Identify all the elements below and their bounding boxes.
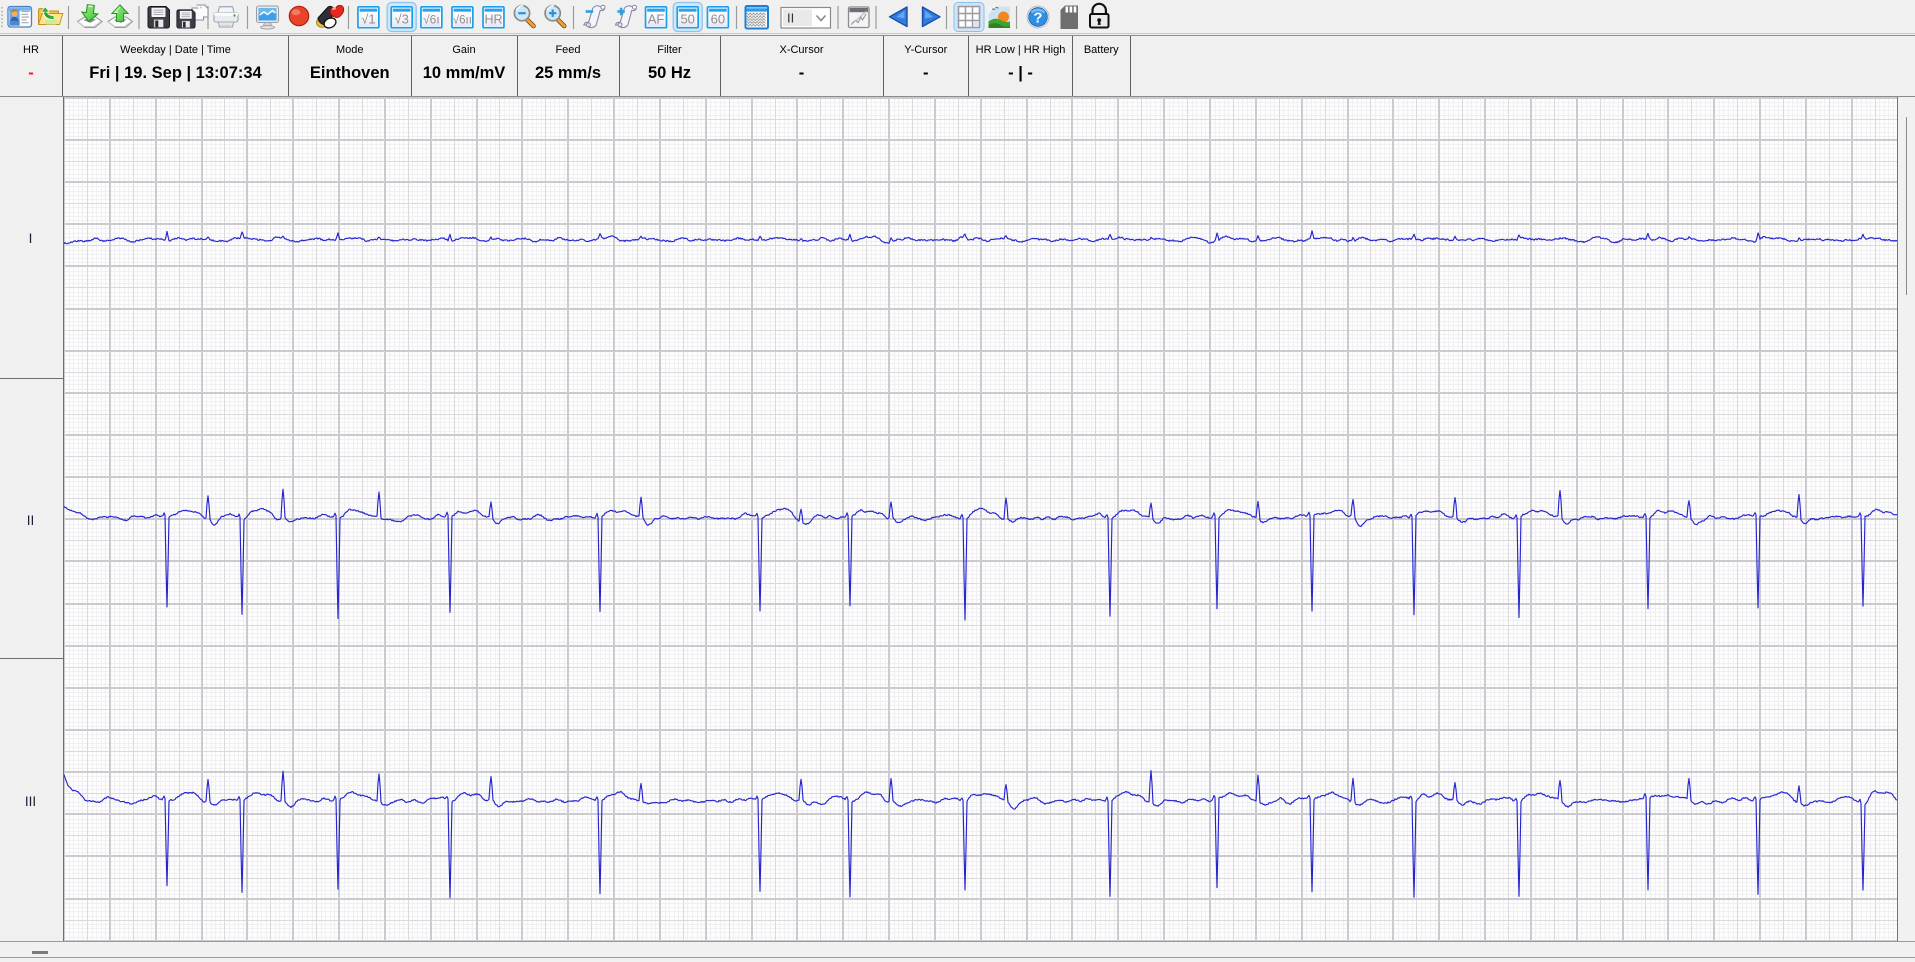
svg-text:50: 50: [680, 12, 694, 27]
svg-text:√3: √3: [395, 12, 409, 27]
svg-text:√6ıı: √6ıı: [453, 14, 472, 27]
svg-text:?: ?: [1033, 9, 1042, 26]
svg-text:60: 60: [711, 12, 725, 27]
svg-text:√6ı: √6ı: [423, 13, 440, 27]
svg-text:II: II: [787, 11, 794, 26]
svg-text:AF: AF: [648, 12, 665, 27]
svg-text:√1: √1: [361, 12, 375, 27]
svg-text:HR: HR: [484, 13, 502, 27]
